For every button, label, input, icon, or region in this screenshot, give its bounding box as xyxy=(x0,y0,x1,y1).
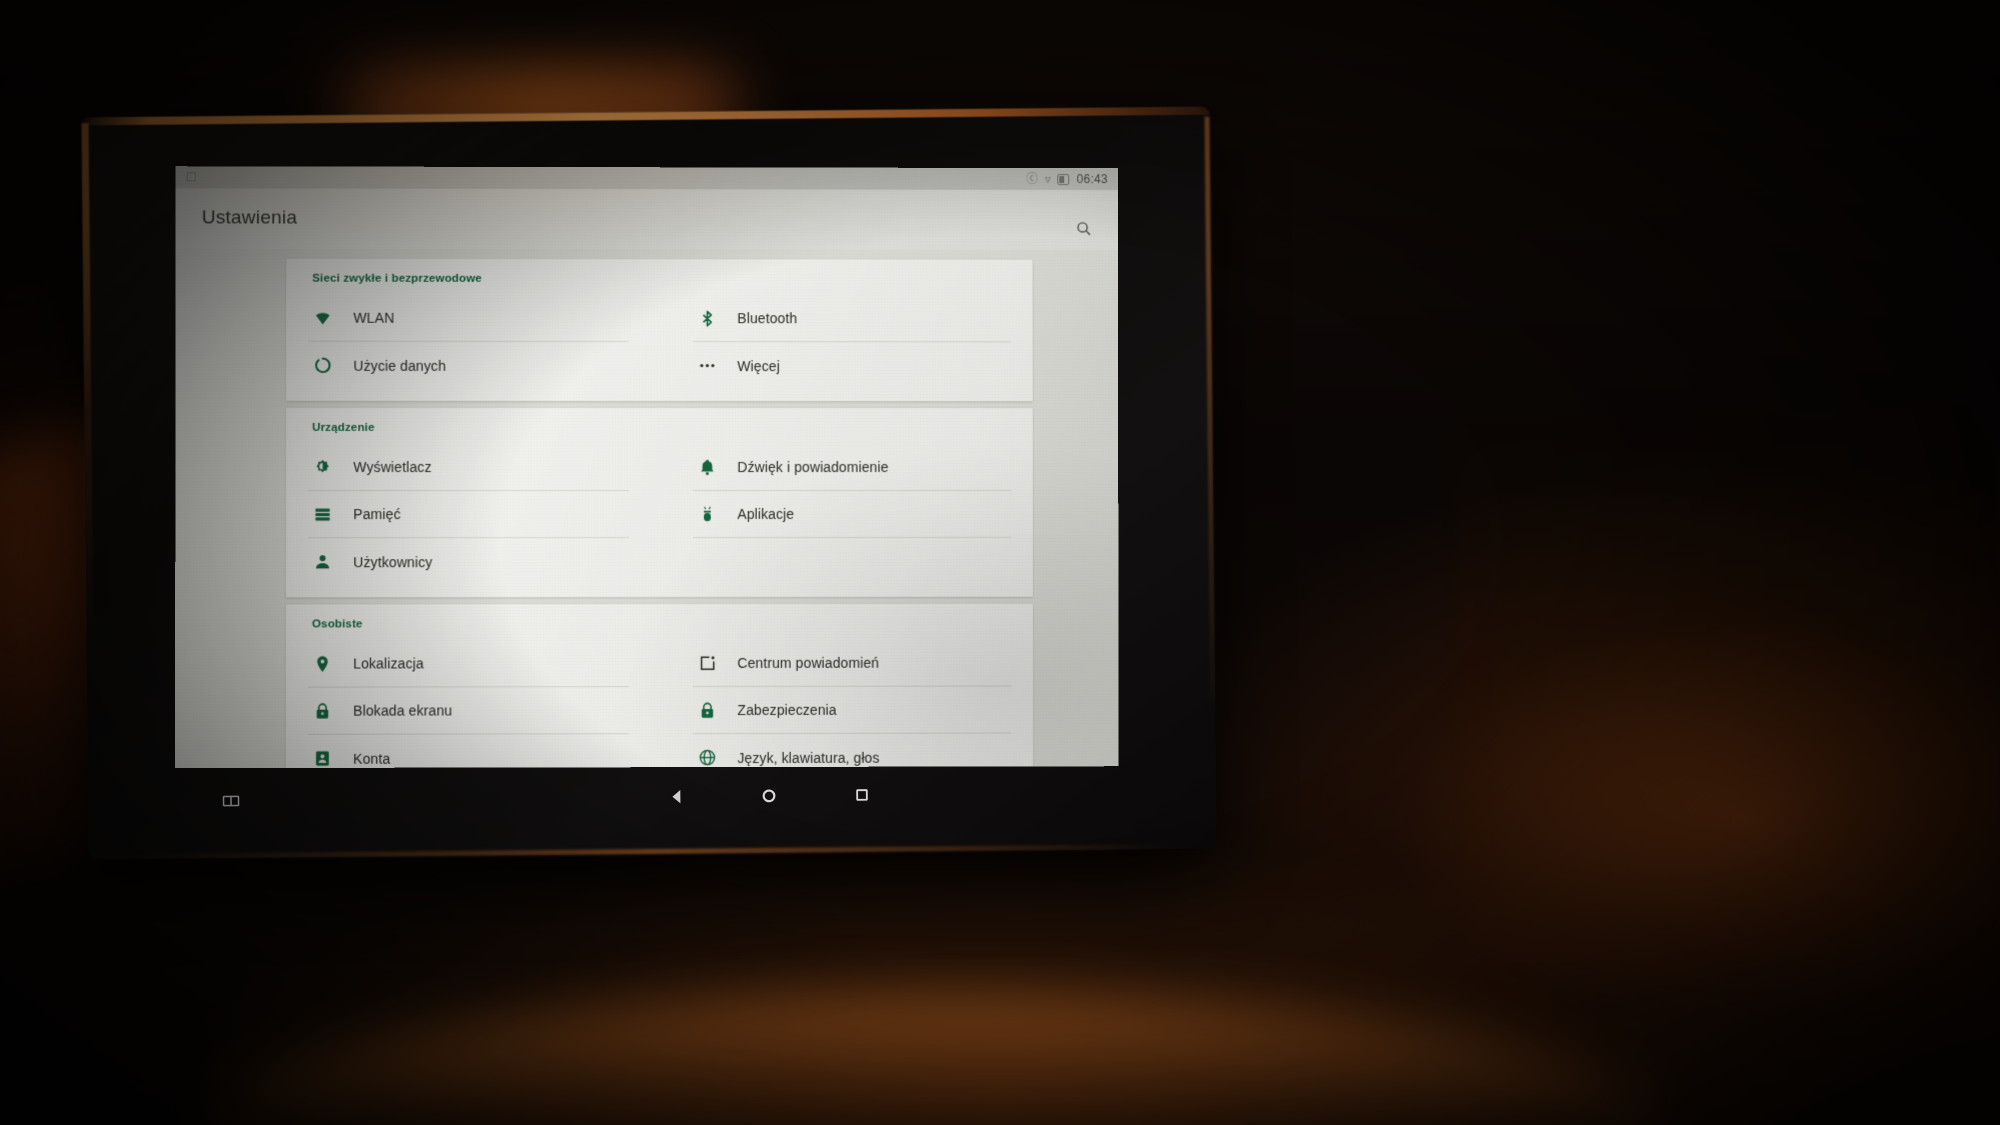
photo-scene: ☐ ⓒ ▿ 06:43 Ustawienia xyxy=(0,0,2000,1125)
photo-vignette xyxy=(0,0,2000,1125)
